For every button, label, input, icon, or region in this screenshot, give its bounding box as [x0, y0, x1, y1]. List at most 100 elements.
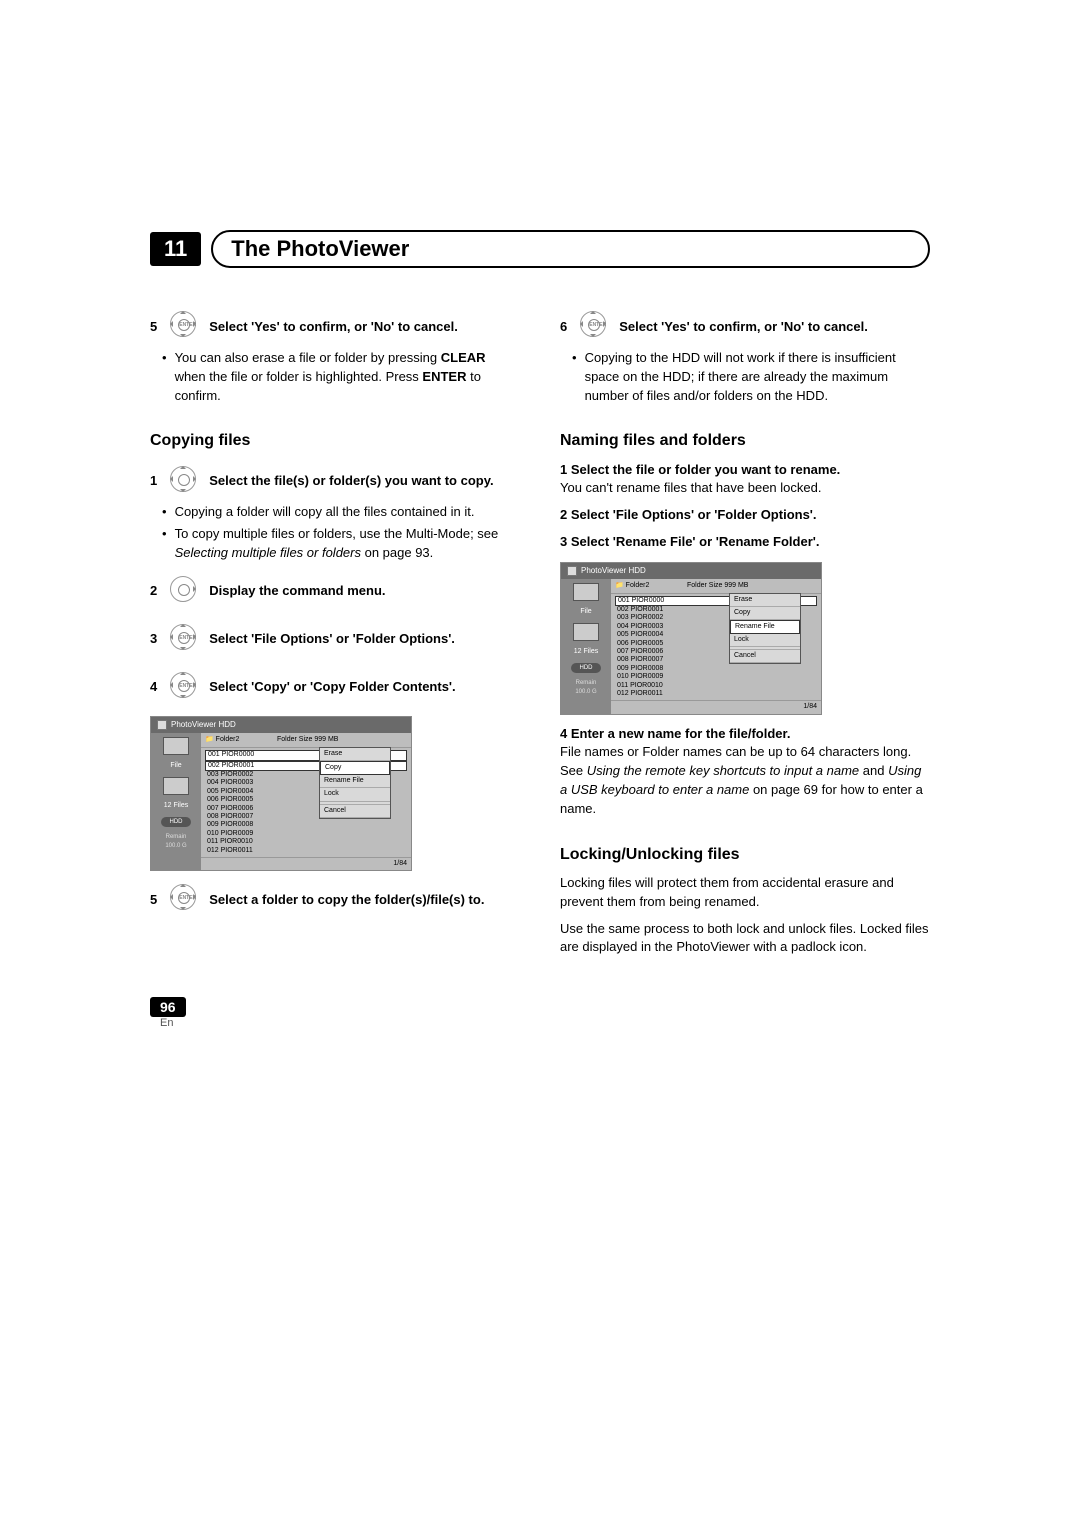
step-number: 4 [150, 678, 157, 697]
copy-step-3: 3 ENTER Select 'File Options' or 'Folder… [150, 621, 520, 659]
label-files: 12 Files [164, 801, 189, 811]
text: Copying a folder will copy all the files… [175, 503, 475, 522]
thumb-icon [573, 583, 599, 601]
left-column: 5 ENTER Select 'Yes' to confirm, or 'No'… [150, 298, 520, 957]
counter: 1/84 [201, 857, 411, 870]
copying-files-heading: Copying files [150, 429, 520, 452]
name-step-3: 3 Select 'Rename File' or 'Rename Folder… [560, 533, 930, 552]
menu-item: Lock [320, 788, 390, 801]
step-6-confirm: 6 ENTER Select 'Yes' to confirm, or 'No'… [560, 308, 930, 346]
list-item: 012 PIOR0011 [615, 690, 817, 698]
remain-value: 100.0 G [165, 843, 186, 849]
menu-item-selected: Copy [320, 761, 390, 775]
label-files: 12 Files [574, 647, 599, 657]
ss-sidebar: File 12 Files HDD Remain100.0 G [561, 579, 611, 714]
name-step-4: 4 Enter a new name for the file/folder. [560, 725, 930, 744]
step-text: Select 'Yes' to confirm, or 'No' to canc… [209, 318, 458, 337]
text: Copying to the HDD will not work if ther… [585, 349, 930, 406]
step-number: 6 [560, 318, 567, 337]
list-item: 009 PIOR0008 [205, 821, 407, 829]
folder-name: Folder2 [216, 736, 240, 743]
copy-step-1: 1 Select the file(s) or folder(s) you wa… [150, 463, 520, 501]
app-icon [567, 566, 577, 576]
text: PhotoViewer HDD [581, 565, 646, 577]
list-item: 011 PIOR0010 [615, 682, 817, 690]
list-item: 012 PIOR0011 [205, 847, 407, 855]
chapter-header: 11 The PhotoViewer [150, 230, 930, 268]
menu-item: Erase [730, 594, 800, 607]
page-footer: 96 En [150, 997, 930, 1029]
text: when the file or folder is highlighted. … [175, 369, 423, 384]
menu-item: Cancel [320, 805, 390, 818]
page-number: 96 [150, 997, 186, 1017]
step-number: 2 [150, 582, 157, 601]
thumb-icon [163, 777, 189, 795]
name-step-1: 1 Select the file or folder you want to … [560, 461, 930, 480]
photoviewer-screenshot-copy: PhotoViewer HDD File 12 Files HDD Remain… [150, 716, 412, 871]
dpad-icon [167, 463, 199, 501]
context-menu: Erase Copy Rename File Lock Cancel [319, 747, 391, 819]
locking-p1: Locking files will protect them from acc… [560, 874, 930, 912]
counter: 1/84 [611, 700, 821, 713]
menu-item: Copy [730, 607, 800, 620]
copy-step-4: 4 ENTER Select 'Copy' or 'Copy Folder Co… [150, 669, 520, 707]
language-code: En [160, 1017, 930, 1029]
locking-p2: Use the same process to both lock and un… [560, 920, 930, 958]
list-item: 009 PIOR0008 [615, 665, 817, 673]
menu-item: Lock [730, 634, 800, 647]
copy-step-2: 2 Display the command menu. [150, 573, 520, 611]
photoviewer-screenshot-rename: PhotoViewer HDD File 12 Files HDD Remain… [560, 562, 822, 715]
text: You can also erase a file or folder by p… [175, 350, 441, 365]
step-number: 1 [150, 472, 157, 491]
step-text: Select 'Yes' to confirm, or 'No' to canc… [619, 318, 868, 337]
menu-item-selected: Rename File [730, 620, 800, 634]
chapter-number-badge: 11 [150, 232, 201, 266]
list-item: 011 PIOR0010 [205, 838, 407, 846]
menu-item: Rename File [320, 775, 390, 788]
enter-key: ENTER [422, 369, 466, 384]
ss-title: PhotoViewer HDD [151, 717, 411, 733]
text: To copy multiple files or folders, use t… [175, 526, 499, 541]
menu-item: Erase [320, 748, 390, 761]
bullet-hdd-space: Copying to the HDD will not work if ther… [572, 349, 930, 406]
label-remain: Remain [166, 834, 187, 840]
name-step-1-body: You can't rename files that have been lo… [560, 479, 930, 498]
app-icon [157, 720, 167, 730]
right-column: 6 ENTER Select 'Yes' to confirm, or 'No'… [560, 298, 930, 957]
dpad-enter-icon: ENTER [577, 308, 609, 346]
locking-heading: Locking/Unlocking files [560, 843, 930, 866]
ss-main: 📁 Folder2Folder Size 999 MB 001 PIOR0000… [611, 579, 821, 714]
dpad-enter-icon: ENTER [167, 669, 199, 707]
folder-size: Folder Size 999 MB [687, 581, 748, 591]
hdd-badge: HDD [161, 817, 191, 827]
name-step-4-see: See Using the remote key shortcuts to in… [560, 762, 930, 819]
dpad-right-icon [167, 573, 199, 611]
remain-value: 100.0 G [575, 689, 596, 695]
step-text: Select 'File Options' or 'Folder Options… [209, 630, 455, 649]
label-remain: Remain [576, 680, 597, 686]
step-5-confirm: 5 ENTER Select 'Yes' to confirm, or 'No'… [150, 308, 520, 346]
name-step-4-body: File names or Folder names can be up to … [560, 743, 930, 762]
thumb-icon [573, 623, 599, 641]
ss-main: 📁 Folder2Folder Size 999 MB 001 PIOR0000… [201, 733, 411, 870]
menu-item: Cancel [730, 650, 800, 663]
text: on page 93. [361, 545, 433, 560]
xref: Using the remote key shortcuts to input … [587, 763, 859, 778]
bullet-erase-note: You can also erase a file or folder by p… [162, 349, 520, 406]
dpad-enter-icon: ENTER [167, 308, 199, 346]
label-file: File [170, 761, 181, 771]
ss-title: PhotoViewer HDD [561, 563, 821, 579]
step-text: Display the command menu. [209, 582, 385, 601]
step-text: Select a folder to copy the folder(s)/fi… [209, 891, 484, 910]
ss-sidebar: File 12 Files HDD Remain 100.0 G [151, 733, 201, 870]
clear-key: CLEAR [441, 350, 486, 365]
name-step-2: 2 Select 'File Options' or 'Folder Optio… [560, 506, 930, 525]
step-number: 5 [150, 318, 157, 337]
naming-heading: Naming files and folders [560, 429, 930, 452]
page: 11 The PhotoViewer 5 ENTER Select 'Yes' … [0, 0, 1080, 1089]
context-menu: Erase Copy Rename File Lock Cancel [729, 593, 801, 665]
label-file: File [580, 607, 591, 617]
list-item: 010 PIOR0009 [205, 830, 407, 838]
chapter-title: The PhotoViewer [211, 230, 930, 268]
text: and [859, 763, 888, 778]
